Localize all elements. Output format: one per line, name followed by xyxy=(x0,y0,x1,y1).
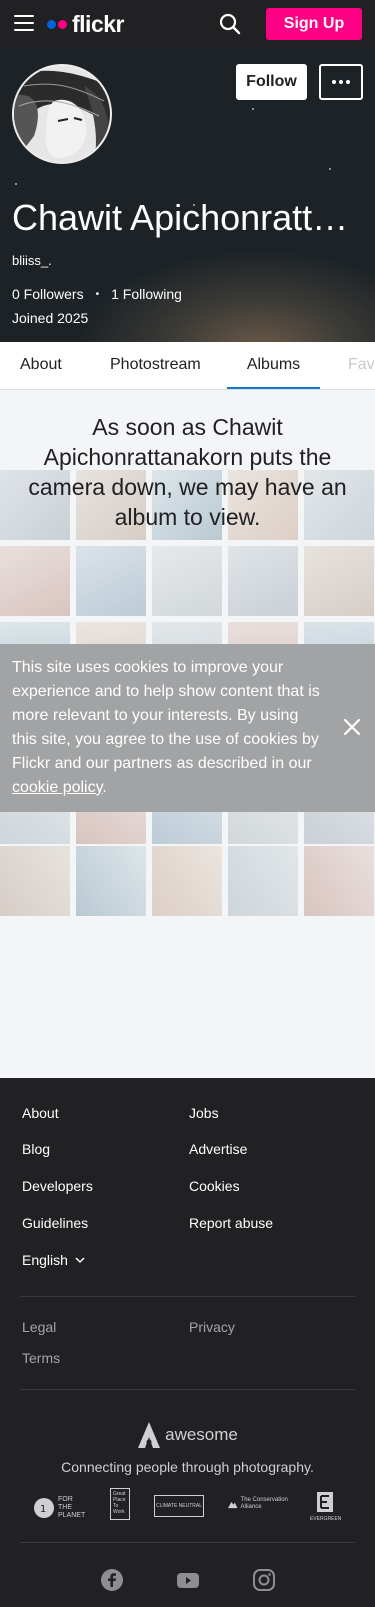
placeholder-photo-tile xyxy=(76,546,146,616)
svg-text:1: 1 xyxy=(40,1504,46,1515)
language-selector[interactable]: English xyxy=(22,1252,86,1268)
partner-label: Great Place To Work xyxy=(113,1491,126,1515)
more-options-button[interactable] xyxy=(319,64,363,100)
facebook-icon[interactable] xyxy=(100,1568,124,1592)
menu-icon[interactable] xyxy=(14,15,34,33)
footer-link-privacy[interactable]: Privacy xyxy=(189,1319,235,1335)
chevron-down-icon xyxy=(75,1257,85,1264)
stats-separator: • xyxy=(95,288,100,300)
placeholder-photo-tile xyxy=(228,846,298,916)
partner-label: The Conservation Alliance xyxy=(240,1497,288,1510)
logo-pink-dot xyxy=(58,19,67,29)
awesome-wordmark: awesome xyxy=(165,1425,238,1444)
awesome-icon xyxy=(138,1422,161,1448)
evergreen-e-icon xyxy=(317,1492,333,1512)
cookie-message: This site uses cookies to improve your e… xyxy=(12,659,320,772)
joined-date: Joined 2025 xyxy=(12,310,89,326)
search-icon[interactable] xyxy=(219,13,241,35)
partner-label: EVERGREEN xyxy=(310,1516,342,1522)
placeholder-photo-tile xyxy=(0,846,70,916)
footer-link-guidelines[interactable]: Guidelines xyxy=(22,1215,88,1231)
profile-tabs: About Photostream Albums Faves xyxy=(0,342,375,390)
placeholder-photo-tile xyxy=(228,546,298,616)
tab-albums[interactable]: Albums xyxy=(227,342,320,389)
placeholder-photo-tile xyxy=(304,846,374,916)
placeholder-photo-tile xyxy=(304,546,374,616)
footer-link-report-abuse[interactable]: Report abuse xyxy=(189,1215,273,1231)
follow-stats: 0 Followers • 1 Following xyxy=(12,286,182,302)
profile-name: Chawit Apichonrattanakorn xyxy=(12,197,362,238)
climate-neutral-logo: CLIMATE NEUTRAL xyxy=(154,1495,204,1517)
cookie-banner: This site uses cookies to improve your e… xyxy=(0,644,375,812)
placeholder-photo-tile xyxy=(76,846,146,916)
footer-divider xyxy=(20,1389,355,1390)
footer-link-terms[interactable]: Terms xyxy=(22,1350,60,1366)
following-link[interactable]: 1 Following xyxy=(111,286,182,302)
footer-link-about[interactable]: About xyxy=(22,1105,59,1121)
placeholder-photo-tile xyxy=(0,546,70,616)
flickr-logo[interactable]: flickr xyxy=(47,10,124,38)
conservation-alliance-logo: The Conservation Alliance xyxy=(228,1497,288,1511)
cookie-banner-text: This site uses cookies to improve your e… xyxy=(12,656,322,800)
evergreen-certified-logo: EVERGREEN xyxy=(310,1492,342,1523)
footer-link-advertise[interactable]: Advertise xyxy=(189,1141,247,1157)
footer: About Blog Developers Guidelines Jobs Ad… xyxy=(0,1078,375,1607)
footer-link-jobs[interactable]: Jobs xyxy=(189,1105,219,1121)
followers-link[interactable]: 0 Followers xyxy=(12,286,84,302)
top-nav: flickr Sign Up xyxy=(0,0,375,48)
footer-divider xyxy=(20,1296,355,1297)
one-percent-for-the-planet-logo: 1 FOR THE PLANET xyxy=(33,1496,88,1520)
footer-link-legal[interactable]: Legal xyxy=(22,1319,56,1335)
cover-star xyxy=(15,183,17,185)
tab-faves[interactable]: Faves xyxy=(348,342,375,389)
language-label: English xyxy=(22,1252,68,1268)
footer-link-cookies[interactable]: Cookies xyxy=(189,1178,240,1194)
partner-label: CLIMATE NEUTRAL xyxy=(155,1503,203,1509)
one-percent-icon: 1 xyxy=(34,1498,54,1518)
empty-state-message: As soon as Chawit Apichonrattanakorn put… xyxy=(28,414,347,530)
placeholder-photo-tile xyxy=(152,546,222,616)
close-icon[interactable] xyxy=(340,715,364,739)
tab-about[interactable]: About xyxy=(20,342,62,389)
mountain-icon xyxy=(228,1501,238,1509)
partner-logos: 1 FOR THE PLANET Great Place To Work CLI… xyxy=(30,1488,350,1528)
cover-star xyxy=(252,108,254,110)
footer-link-blog[interactable]: Blog xyxy=(22,1141,50,1157)
partner-label: FOR THE PLANET xyxy=(58,1496,86,1519)
great-place-to-work-logo: Great Place To Work xyxy=(110,1488,130,1520)
follow-button[interactable]: Follow xyxy=(236,64,307,100)
awesome-logo: awesome xyxy=(0,1420,375,1450)
avatar[interactable] xyxy=(12,64,112,164)
cover-star xyxy=(329,168,331,170)
cookie-trailing: . xyxy=(102,779,107,796)
youtube-icon[interactable] xyxy=(176,1568,200,1592)
logo-text: flickr xyxy=(72,10,124,37)
footer-divider xyxy=(20,1542,355,1543)
profile-handle: bliiss_. xyxy=(12,253,52,268)
sign-up-button[interactable]: Sign Up xyxy=(266,8,362,40)
cookie-policy-link[interactable]: cookie policy xyxy=(12,779,102,796)
footer-tagline: Connecting people through photography. xyxy=(61,1459,314,1475)
tab-photostream[interactable]: Photostream xyxy=(110,342,201,389)
profile-cover: Follow Chawit Apichonrattanakorn bliiss_… xyxy=(0,48,375,342)
logo-blue-dot xyxy=(47,19,56,29)
footer-link-developers[interactable]: Developers xyxy=(22,1178,93,1194)
placeholder-photo-tile xyxy=(152,846,222,916)
instagram-icon[interactable] xyxy=(252,1568,276,1592)
